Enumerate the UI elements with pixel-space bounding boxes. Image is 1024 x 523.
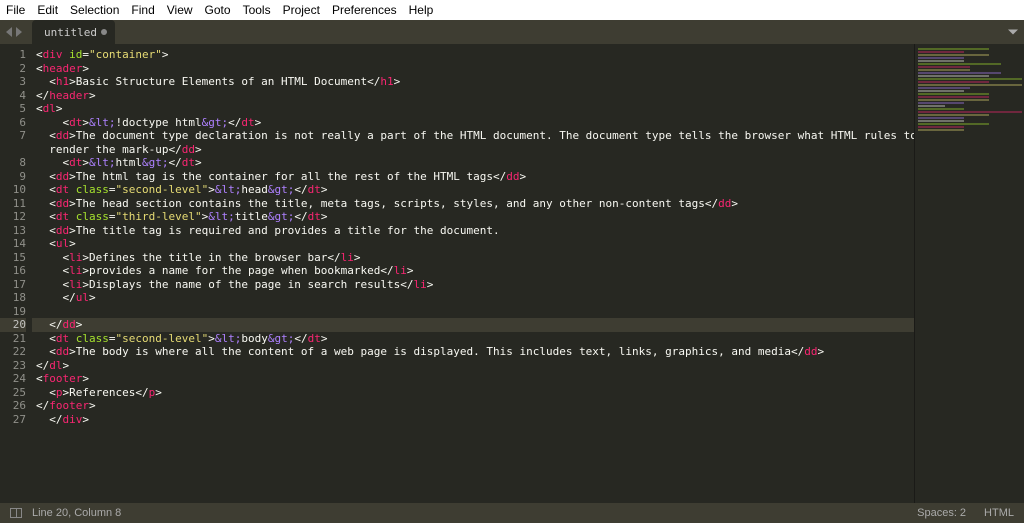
menu-find[interactable]: Find: [131, 3, 154, 17]
menu-view[interactable]: View: [167, 3, 193, 17]
nav-arrows[interactable]: [0, 20, 28, 44]
menu-bar: File Edit Selection Find View Goto Tools Projec…: [0, 0, 1024, 20]
menu-edit[interactable]: Edit: [37, 3, 58, 17]
status-indentation[interactable]: Spaces: 2: [917, 507, 966, 519]
menu-goto[interactable]: Goto: [205, 3, 231, 17]
tab-dropdown-icon[interactable]: [1008, 30, 1018, 35]
tab-row: untitled: [0, 20, 1024, 44]
tab-title: untitled: [44, 26, 97, 39]
minimap[interactable]: [914, 44, 1024, 503]
gutter: 1234567 89101112131415161718192021222324…: [0, 44, 32, 503]
menu-help[interactable]: Help: [409, 3, 434, 17]
nav-forward-icon[interactable]: [16, 27, 22, 37]
status-syntax[interactable]: HTML: [984, 507, 1014, 519]
menu-project[interactable]: Project: [283, 3, 320, 17]
code-area[interactable]: <div id="container"><header> <h1>Basic S…: [32, 44, 914, 503]
editor-area: 1234567 89101112131415161718192021222324…: [0, 44, 1024, 503]
status-bar: Line 20, Column 8 Spaces: 2 HTML: [0, 503, 1024, 523]
nav-back-icon[interactable]: [6, 27, 12, 37]
menu-file[interactable]: File: [6, 3, 25, 17]
status-cursor-position[interactable]: Line 20, Column 8: [32, 507, 121, 519]
panel-switch-icon[interactable]: [10, 508, 22, 518]
tab-untitled[interactable]: untitled: [32, 20, 115, 44]
menu-preferences[interactable]: Preferences: [332, 3, 397, 17]
menu-tools[interactable]: Tools: [243, 3, 271, 17]
menu-selection[interactable]: Selection: [70, 3, 119, 17]
